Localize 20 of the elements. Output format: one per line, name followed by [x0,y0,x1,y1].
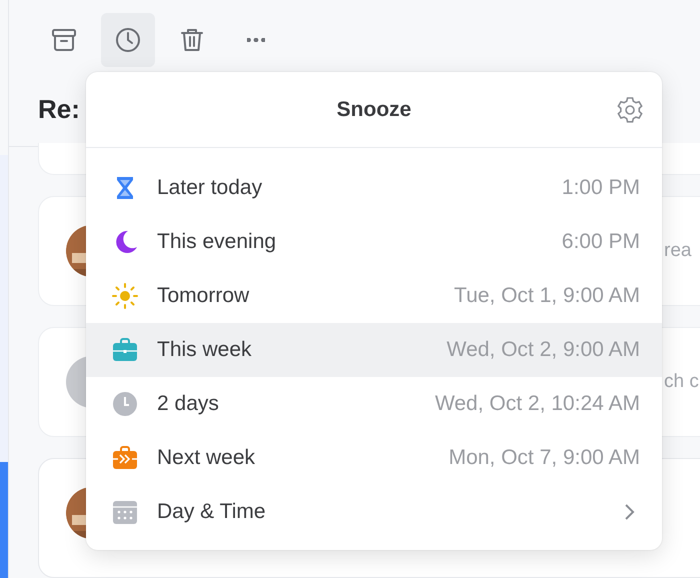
snooze-option[interactable]: This week Wed, Oct 2, 9:00 AM [86,323,662,377]
message-snippet: ch c [664,371,699,393]
snooze-time: 6:00 PM [562,230,640,254]
more-icon [247,38,265,42]
snooze-option[interactable]: 2 days Wed, Oct 2, 10:24 AM [86,377,662,431]
message-snippet: rea [664,240,692,262]
snooze-option[interactable]: This evening 6:00 PM [86,215,662,269]
settings-icon[interactable] [615,95,645,125]
snooze-time: Wed, Oct 2, 9:00 AM [446,338,640,362]
snooze-time: Wed, Oct 2, 10:24 AM [434,392,640,416]
snooze-option[interactable]: Later today 1:00 PM [86,161,662,215]
snooze-option[interactable]: Next week Mon, Oct 7, 9:00 AM [86,431,662,485]
snooze-time: 1:00 PM [562,176,640,200]
menu-title: Snooze [336,98,412,122]
snooze-button[interactable] [101,12,155,67]
message-title: Re: [38,94,80,126]
snooze-time: Mon, Oct 7, 9:00 AM [448,446,640,470]
snooze-option[interactable]: Day & Time [86,485,662,539]
snooze-option[interactable]: Tomorrow Tue, Oct 1, 9:00 AM [86,269,662,323]
snooze-time: Tue, Oct 1, 9:00 AM [454,284,640,308]
